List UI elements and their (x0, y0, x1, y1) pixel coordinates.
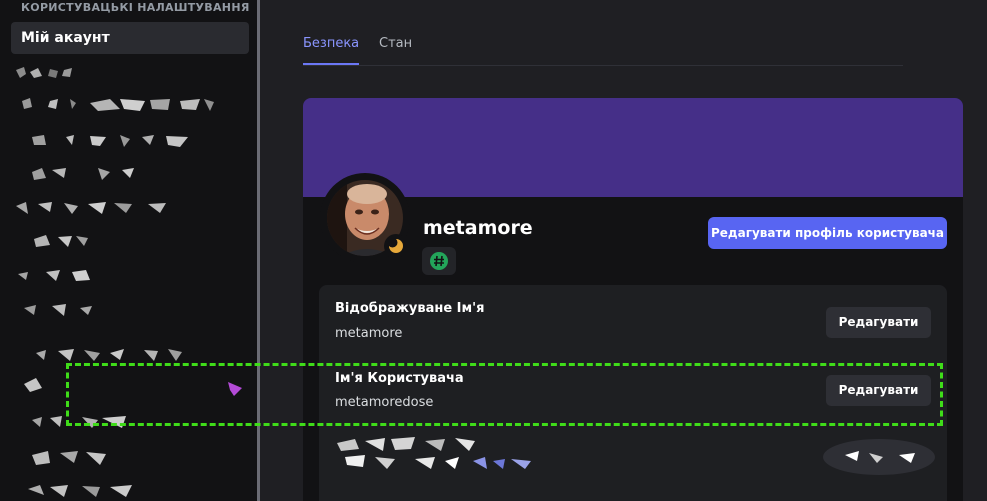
avatar-ring (320, 173, 410, 263)
sidebar-item-my-account[interactable]: Мій акаунт (11, 22, 249, 54)
sidebar-item-obscured[interactable] (14, 66, 74, 80)
profile-card: metamore Редагувати профіль користувача … (303, 98, 963, 501)
sidebar-item-obscured[interactable] (30, 166, 140, 180)
sidebar-item-obscured[interactable] (26, 483, 136, 497)
display-name-label: Відображуване Ім'я (335, 301, 485, 316)
moon-icon (388, 238, 403, 253)
obscured-button[interactable] (819, 437, 939, 481)
sidebar-item-obscured[interactable] (22, 302, 102, 316)
edit-display-name-button[interactable]: Редагувати (826, 307, 931, 338)
hashtag-icon (430, 252, 448, 270)
edit-user-profile-button[interactable]: Редагувати профіль користувача (708, 217, 947, 249)
sidebar-item-obscured[interactable] (16, 268, 96, 282)
tab-status[interactable]: Стан (379, 34, 412, 65)
tab-bar: Безпека Стан (303, 34, 903, 66)
sidebar-item-obscured[interactable] (30, 133, 190, 147)
sidebar-item-obscured[interactable] (30, 449, 110, 465)
profile-username: metamore (423, 217, 533, 239)
sidebar-item-obscured[interactable] (32, 233, 92, 247)
sidebar-item-obscured[interactable] (14, 200, 169, 214)
profile-banner (303, 98, 963, 197)
status-indicator (384, 234, 408, 258)
sidebar-item-obscured[interactable] (34, 347, 184, 361)
highlight-box (66, 363, 943, 426)
sidebar-item-obscured[interactable] (20, 97, 215, 111)
display-name-value: metamore (335, 326, 403, 341)
obscured-field (335, 435, 535, 479)
section-header-user-settings: КОРИСТУВАЦЬКІ НАЛАШТУВАННЯ (21, 1, 250, 14)
profile-badge[interactable] (422, 247, 456, 275)
tab-security[interactable]: Безпека (303, 34, 360, 65)
sidebar-item-obscured[interactable] (22, 376, 52, 392)
